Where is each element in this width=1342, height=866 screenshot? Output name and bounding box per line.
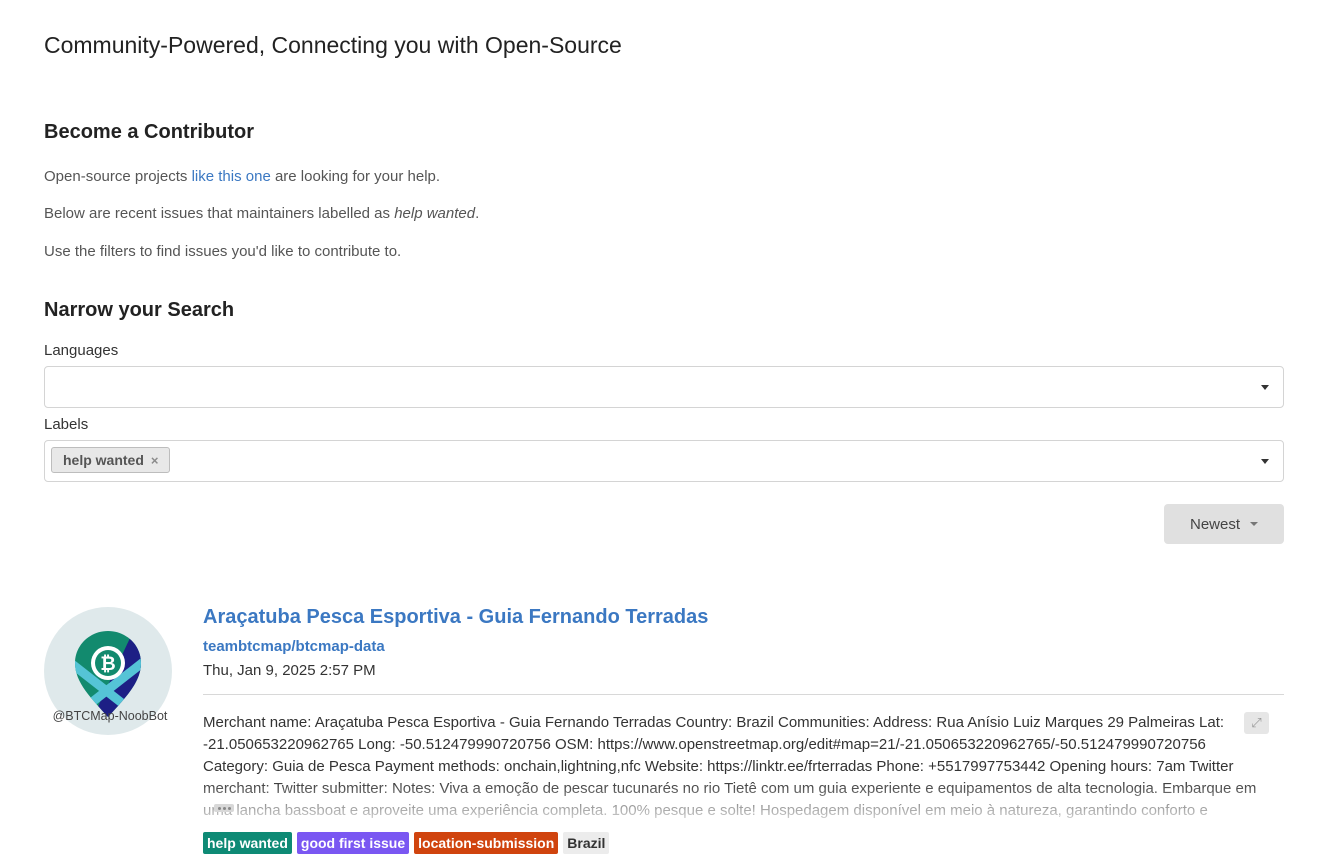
- chevron-down-icon: [1250, 522, 1259, 526]
- like-this-one-link[interactable]: like this one: [192, 168, 271, 185]
- intro-line-2-suffix: .: [475, 205, 480, 222]
- selected-label-chip: help wanted ×: [51, 447, 170, 473]
- selected-label-text: help wanted: [63, 452, 144, 468]
- tag-good-first-issue[interactable]: good first issue: [296, 832, 410, 854]
- help-wanted-emphasis: help wanted: [394, 205, 476, 222]
- contributor-heading: Become a Contributor: [44, 121, 255, 143]
- issue-date: Thu, Jan 9, 2025 2:57 PM: [203, 662, 376, 679]
- labels-label: Labels: [44, 416, 89, 433]
- avatar-handle: @BTCMap-NoobBot: [52, 709, 168, 723]
- more-ellipsis-icon[interactable]: [214, 804, 234, 812]
- tag-brazil[interactable]: Brazil: [563, 832, 610, 854]
- intro-line-1: Open-source projects like this one are l…: [44, 168, 440, 185]
- page: Community-Powered, Connecting you with O…: [0, 0, 1342, 866]
- tag-location-submission[interactable]: location-submission: [414, 832, 559, 854]
- labels-select[interactable]: help wanted ×: [44, 440, 1284, 482]
- search-heading: Narrow your Search: [44, 299, 235, 321]
- sort-label: Newest: [1189, 515, 1241, 533]
- issue-body-fade: [203, 780, 1273, 826]
- issue-repo-link[interactable]: teambtcmap/btcmap-data: [203, 638, 385, 655]
- chevron-down-icon: [1261, 459, 1269, 464]
- remove-label-icon[interactable]: ×: [151, 453, 159, 468]
- divider: [203, 694, 1284, 695]
- svg-text:₿: ₿: [100, 653, 115, 675]
- expand-icon[interactable]: ⤢: [1244, 712, 1269, 734]
- chevron-down-icon: [1261, 385, 1269, 390]
- page-title: Community-Powered, Connecting you with O…: [44, 32, 622, 58]
- issue-title-link[interactable]: Araçatuba Pesca Esportiva - Guia Fernand…: [203, 606, 708, 629]
- issue-tags: help wanted good first issue location-su…: [203, 832, 610, 854]
- intro-line-2-prefix: Below are recent issues that maintainers…: [44, 205, 395, 222]
- intro-line-1-suffix: are looking for your help.: [270, 168, 441, 185]
- tag-help-wanted[interactable]: help wanted: [203, 832, 292, 854]
- intro-line-1-prefix: Open-source projects: [44, 168, 192, 185]
- languages-select[interactable]: [44, 366, 1284, 408]
- intro-line-3: Use the filters to find issues you'd lik…: [44, 243, 402, 260]
- intro-line-2: Below are recent issues that maintainers…: [44, 205, 479, 222]
- sort-dropdown-button[interactable]: Newest: [1164, 504, 1284, 544]
- languages-label: Languages: [44, 342, 119, 359]
